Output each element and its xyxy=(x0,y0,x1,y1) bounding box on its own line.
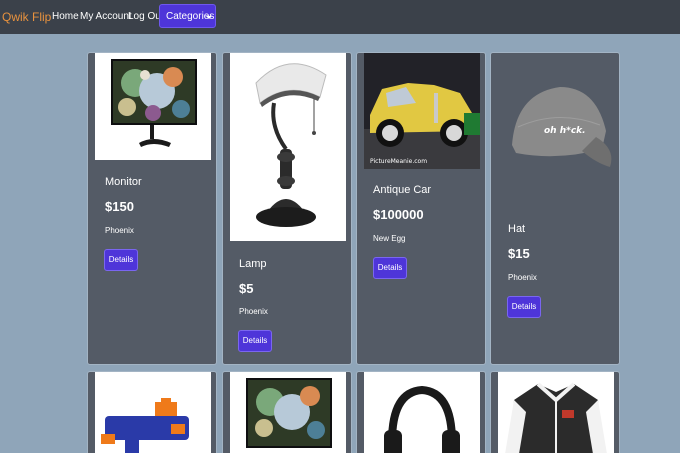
product-card-lamp: Lamp $5 Phoenix Details xyxy=(222,52,352,365)
caret-down-icon xyxy=(206,16,212,19)
product-title: Antique Car xyxy=(373,184,432,196)
product-card-hat: oh h*ck. Hat $15 Phoenix Details xyxy=(490,52,620,365)
nav-my-account-link[interactable]: My Account xyxy=(80,11,132,22)
product-location: Phoenix xyxy=(239,307,268,316)
navbar: Qwik Flip Home My Account Log Out Catego… xyxy=(0,0,680,34)
categories-dropdown[interactable]: Categories xyxy=(159,4,216,28)
product-card-antique-car: PictureMeanie.com Antique Car $100000 Ne… xyxy=(356,52,486,365)
headphones-image xyxy=(364,372,480,453)
product-title: Lamp xyxy=(239,258,267,270)
product-card-jacket xyxy=(490,371,620,453)
varsity-jacket-image xyxy=(498,372,614,453)
hat-image: oh h*ck. xyxy=(498,53,614,208)
product-location: Phoenix xyxy=(508,273,537,282)
product-price: $15 xyxy=(508,246,530,261)
product-location: New Egg xyxy=(373,234,406,243)
toy-blaster-image xyxy=(95,372,211,453)
lamp-image xyxy=(230,53,346,241)
product-location: Phoenix xyxy=(105,226,134,235)
product-card-toy-blaster xyxy=(87,371,217,453)
product-price: $5 xyxy=(239,281,254,296)
product-card-monitor: Monitor $150 Phoenix Details xyxy=(87,52,217,365)
nav-home-link[interactable]: Home xyxy=(52,11,79,22)
product-card-monitor-2 xyxy=(222,371,352,453)
details-button[interactable]: Details xyxy=(373,257,407,279)
product-title: Hat xyxy=(508,223,526,235)
monitor-image xyxy=(230,372,346,453)
brand-logo[interactable]: Qwik Flip xyxy=(2,10,51,24)
details-button[interactable]: Details xyxy=(507,296,541,318)
car-watermark: PictureMeanie.com xyxy=(370,158,427,165)
product-card-headphones xyxy=(356,371,486,453)
details-button[interactable]: Details xyxy=(238,330,272,352)
antique-car-image: PictureMeanie.com xyxy=(364,53,480,169)
product-title: Monitor xyxy=(105,176,142,188)
product-price: $100000 xyxy=(373,207,424,222)
details-button[interactable]: Details xyxy=(104,249,138,271)
hat-print-text: oh h*ck. xyxy=(544,126,586,136)
monitor-image xyxy=(95,53,211,160)
product-price: $150 xyxy=(105,199,134,214)
